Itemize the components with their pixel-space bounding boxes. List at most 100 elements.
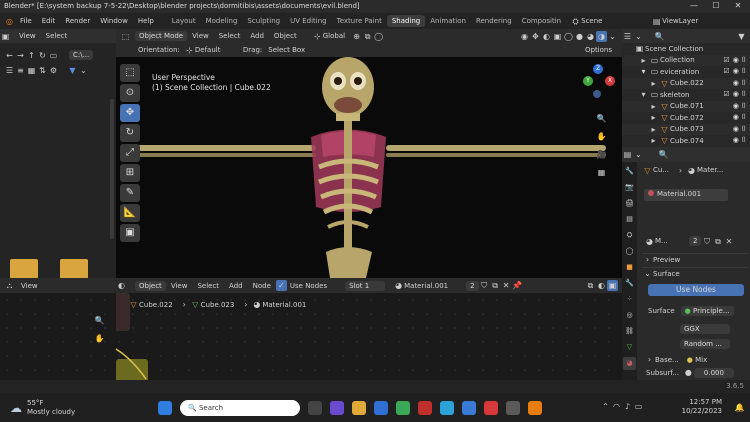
outliner-item[interactable]: ▸ ▽ Cube.072 ◉ ⌷ — [622, 112, 750, 124]
pin-icon[interactable]: 📌 — [512, 280, 523, 291]
slot-dropdown[interactable]: Slot 1 — [345, 280, 386, 291]
eye-icon[interactable]: ◉ — [733, 90, 739, 99]
outliner-filter-icon[interactable]: ▼ — [736, 31, 747, 42]
shading-options-icon[interactable]: ⌄ — [607, 31, 618, 42]
editor-type-icon[interactable]: ▣ — [0, 31, 11, 42]
transform-orientation-icon[interactable]: ⊹ — [312, 31, 323, 42]
scene-icon[interactable]: ⛭ — [570, 16, 581, 27]
menu-help[interactable]: Help — [133, 17, 159, 25]
tab-compositing[interactable]: Compositin — [517, 15, 566, 27]
expand-arrow-icon[interactable]: ▸ — [648, 112, 659, 123]
orientation-dropdown[interactable]: Default — [195, 46, 235, 54]
shading-wireframe-icon[interactable]: ◯ — [563, 31, 574, 42]
gizmo-toggle-icon[interactable]: ✥ — [530, 31, 541, 42]
node-select-menu[interactable]: Select — [192, 282, 224, 290]
pan-hand-icon[interactable]: ✋ — [94, 333, 105, 344]
transform-space-dropdown[interactable]: Global — [323, 32, 345, 40]
camera-restrict-icon[interactable]: ⌷ — [742, 113, 746, 122]
duplicate-icon[interactable]: ⧉ — [490, 280, 501, 291]
drag-dropdown[interactable]: Select Box — [268, 46, 305, 54]
camera-restrict-icon[interactable]: ⌷ — [742, 125, 746, 134]
base-color-value[interactable]: ● Mix — [687, 356, 707, 364]
tab-sculpting[interactable]: Sculpting — [242, 15, 285, 27]
camera-restrict-icon[interactable]: ⌷ — [742, 67, 746, 76]
folder-icon[interactable] — [10, 259, 38, 279]
modifier-tab-icon[interactable]: 🔧 — [623, 277, 636, 290]
skeleton-model[interactable] — [116, 57, 622, 278]
scene-tab-icon[interactable]: ⛭ — [623, 229, 636, 242]
properties-type-icon[interactable]: ▤ — [622, 149, 633, 160]
tab-animation[interactable]: Animation — [425, 15, 471, 27]
material-browse-icon[interactable]: ◕ — [393, 280, 404, 291]
3d-viewport[interactable]: User Perspective (1) Scene Collection | … — [116, 57, 622, 278]
overlay-icon[interactable]: ◐ — [596, 280, 607, 291]
material-tab-icon[interactable]: ◕ — [623, 357, 636, 370]
file-explorer-icon[interactable] — [352, 401, 366, 415]
menu-render[interactable]: Render — [60, 17, 95, 25]
eye-icon[interactable]: ◉ — [733, 67, 739, 76]
scrollbar[interactable] — [110, 99, 114, 239]
outliner-item[interactable]: ▸ ▽ Cube.074 ◉ ⌷ — [622, 135, 750, 147]
blender-logo-icon[interactable]: ◎ — [4, 16, 15, 27]
file-browser-select-menu[interactable]: Select — [46, 32, 68, 40]
proportional-edit-icon[interactable]: ◯ — [373, 31, 384, 42]
outliner-scene-collection[interactable]: ▣ Scene Collection — [622, 43, 750, 55]
use-nodes-button[interactable]: Use Nodes — [648, 284, 744, 296]
visibility-icon[interactable]: ◉ — [519, 31, 530, 42]
options-dropdown[interactable]: Options — [585, 46, 612, 54]
output-tab-icon[interactable]: 🖨 — [623, 197, 636, 210]
expand-arrow-icon[interactable]: ▸ — [648, 124, 659, 135]
taskbar-clock[interactable]: 12:57 PM 10/22/2023 — [666, 398, 722, 416]
checkbox-icon[interactable]: ☑ — [723, 56, 729, 65]
sidebar-toggle-icon[interactable]: ▣ — [607, 280, 618, 291]
eye-icon[interactable]: ◉ — [733, 79, 739, 88]
unlink-icon[interactable]: ✕ — [723, 236, 734, 247]
xray-icon[interactable]: ▣ — [552, 31, 563, 42]
outliner-item[interactable]: ▸ ▭ Collection ☑ ◉ ⌷ — [622, 54, 750, 66]
node-user-count[interactable]: 2 — [466, 280, 479, 291]
filter-options-icon[interactable]: ⌄ — [78, 65, 89, 76]
shading-rendered-icon[interactable]: ◑ — [596, 30, 607, 42]
subsurface-method-dropdown[interactable]: Random ... — [680, 339, 730, 349]
gizmo-y-axis[interactable]: Y — [583, 76, 593, 86]
view-layer-icon[interactable]: ▤ — [651, 16, 662, 27]
physics-tab-icon[interactable]: ◎ — [623, 309, 636, 322]
object-mode-dropdown[interactable]: Object Mode — [135, 31, 188, 41]
outliner-item[interactable]: ▸ ▽ Cube.022 ◉ ⌷ — [622, 77, 750, 89]
expand-arrow-icon[interactable]: ▸ — [648, 101, 659, 112]
cursor-tool-icon[interactable]: ⊙ — [120, 84, 140, 102]
transform-tool-icon[interactable]: ⊞ — [120, 164, 140, 182]
editor-type-3d-icon[interactable]: ⬚ — [120, 31, 131, 42]
pivot-icon[interactable]: ⊕ — [351, 31, 362, 42]
gizmo-neg-z[interactable] — [593, 90, 601, 98]
expand-arrow-icon[interactable]: ▸ — [648, 135, 659, 146]
surface-panel-header[interactable]: ⌄ Surface — [642, 267, 748, 279]
menu-edit[interactable]: Edit — [37, 17, 61, 25]
rotate-tool-icon[interactable]: ↻ — [120, 124, 140, 142]
eye-icon[interactable]: ◉ — [733, 102, 739, 111]
camera-restrict-icon[interactable]: ⌷ — [742, 90, 746, 99]
material-browse-icon[interactable]: ◕ — [644, 236, 655, 247]
material-name-field[interactable]: M... — [655, 237, 689, 245]
shader-editor-type-icon[interactable]: ◐ — [116, 280, 127, 291]
tab-texture-paint[interactable]: Texture Paint — [332, 15, 387, 27]
outliner-item[interactable]: ▾ ▭ skeleton ☑ ◉ ⌷ — [622, 89, 750, 101]
outliner-item[interactable]: ▸ ▽ Cube.073 ◉ ⌷ — [622, 123, 750, 135]
path-field[interactable]: C:\... — [69, 50, 94, 60]
taskbar-search[interactable]: 🔍 Search — [180, 400, 300, 416]
notification-bell-icon[interactable]: 🔔 — [734, 402, 745, 413]
render-tab-icon[interactable]: 📷 — [623, 181, 636, 194]
preview-panel-header[interactable]: › Preview — [642, 253, 748, 265]
unlink-icon[interactable]: ✕ — [501, 280, 512, 291]
tab-uv-editing[interactable]: UV Editing — [285, 15, 332, 27]
tab-rendering[interactable]: Rendering — [471, 15, 517, 27]
snap-icon[interactable]: ⧉ — [362, 31, 373, 42]
shading-solid-icon[interactable]: ● — [574, 31, 585, 42]
properties-search-icon[interactable]: 🔍 — [658, 149, 669, 160]
task-view-icon[interactable] — [308, 401, 322, 415]
mcafee-icon[interactable] — [418, 401, 432, 415]
eye-icon[interactable]: ◉ — [733, 125, 739, 134]
checkbox-icon[interactable]: ☑ — [723, 90, 729, 99]
folder-icon[interactable] — [60, 259, 88, 279]
gizmo-z-axis[interactable]: Z — [593, 64, 603, 74]
